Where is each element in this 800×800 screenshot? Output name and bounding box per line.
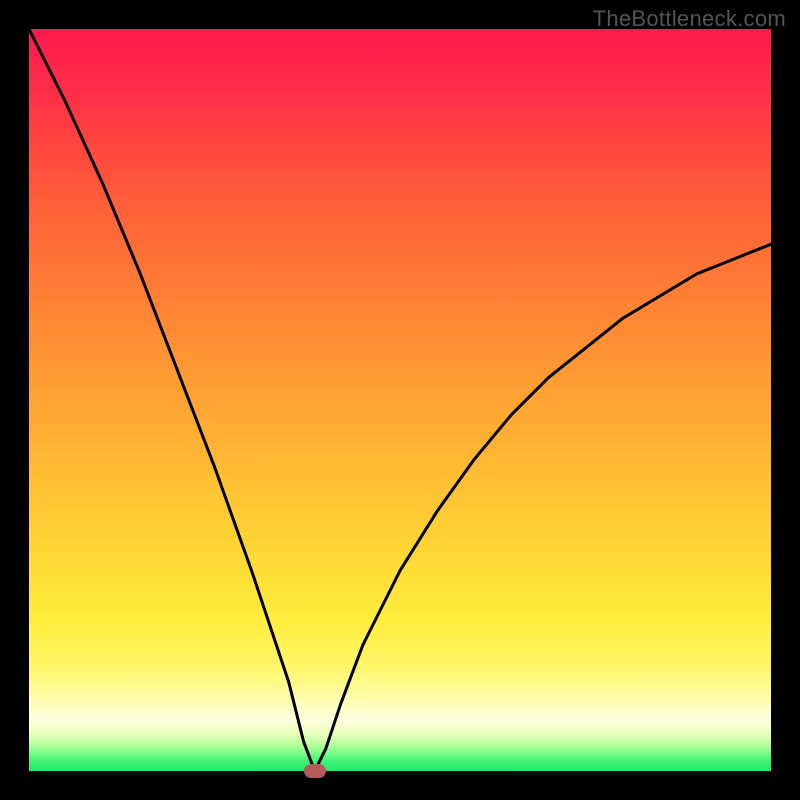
plot-area <box>29 29 771 771</box>
bottleneck-curve <box>29 29 771 771</box>
optimal-point-marker <box>304 764 326 778</box>
watermark-text: TheBottleneck.com <box>593 6 786 32</box>
chart-frame: TheBottleneck.com <box>0 0 800 800</box>
